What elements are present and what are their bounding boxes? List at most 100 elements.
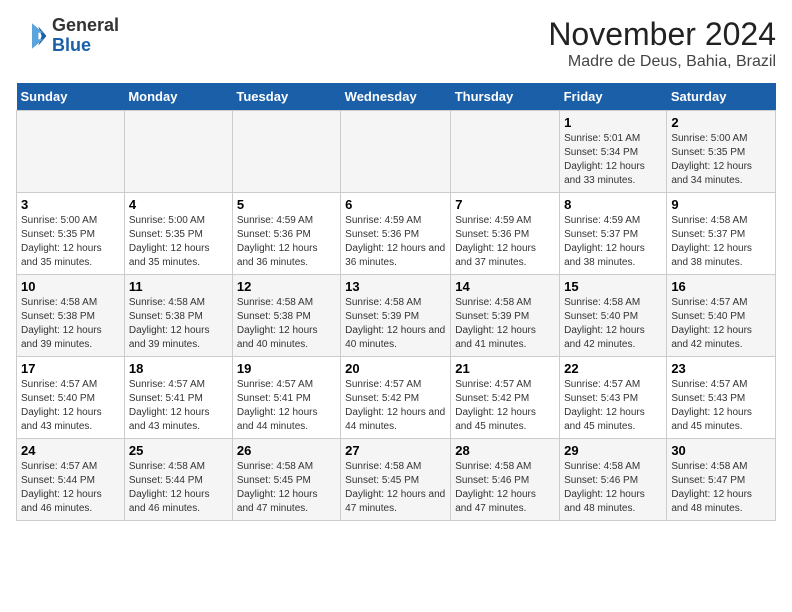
day-number: 16 [671, 279, 771, 294]
calendar-cell: 8 Sunrise: 4:59 AM Sunset: 5:37 PM Daylig… [560, 193, 667, 275]
day-number: 13 [345, 279, 446, 294]
month-title: November 2024 [548, 16, 776, 53]
logo-text: General Blue [52, 16, 119, 56]
day-number: 25 [129, 443, 228, 458]
day-number: 26 [237, 443, 336, 458]
day-info: Sunrise: 4:58 AM Sunset: 5:38 PM Dayligh… [21, 296, 120, 352]
day-info: Sunrise: 5:00 AM Sunset: 5:35 PM Dayligh… [671, 132, 771, 188]
calendar-cell: 23Sunrise: 4:57 AM Sunset: 5:43 PM Dayli… [667, 357, 776, 439]
day-number: 8 [564, 197, 662, 212]
calendar-week-3: 10 Sunrise: 4:58 AM Sunset: 5:38 PM Dayli… [17, 275, 776, 357]
day-number: 3 [21, 197, 120, 212]
calendar-cell: 1Sunrise: 5:01 AM Sunset: 5:34 PM Daylig… [560, 111, 667, 193]
logo: General Blue [16, 16, 119, 56]
day-info: Sunrise: 4:58 AM Sunset: 5:46 PM Dayligh… [455, 460, 555, 516]
calendar-cell: 18 Sunrise: 4:57 AM Sunset: 5:41 PM Dayli… [124, 357, 232, 439]
day-info: Sunrise: 4:58 AM Sunset: 5:46 PM Dayligh… [564, 460, 662, 516]
calendar-cell [341, 111, 451, 193]
day-number: 20 [345, 361, 446, 376]
calendar-body: 1Sunrise: 5:01 AM Sunset: 5:34 PM Daylig… [17, 111, 776, 521]
day-info: Sunrise: 4:57 AM Sunset: 5:42 PM Dayligh… [345, 378, 446, 434]
calendar-cell: 16 Sunrise: 4:57 AM Sunset: 5:40 PM Dayli… [667, 275, 776, 357]
logo-blue: Blue [52, 36, 119, 56]
calendar-cell: 30Sunrise: 4:58 AM Sunset: 5:47 PM Dayli… [667, 439, 776, 521]
calendar-cell: 29Sunrise: 4:58 AM Sunset: 5:46 PM Dayli… [560, 439, 667, 521]
day-number: 17 [21, 361, 120, 376]
day-info: Sunrise: 4:58 AM Sunset: 5:45 PM Dayligh… [237, 460, 336, 516]
day-number: 23 [671, 361, 771, 376]
day-number: 15 [564, 279, 662, 294]
day-info: Sunrise: 5:00 AM Sunset: 5:35 PM Dayligh… [21, 214, 120, 270]
weekday-header-monday: Monday [124, 83, 232, 111]
calendar-cell: 21 Sunrise: 4:57 AM Sunset: 5:42 PM Dayli… [451, 357, 560, 439]
day-info: Sunrise: 4:57 AM Sunset: 5:41 PM Dayligh… [129, 378, 228, 434]
day-number: 18 [129, 361, 228, 376]
logo-general: General [52, 16, 119, 36]
calendar-cell: 20 Sunrise: 4:57 AM Sunset: 5:42 PM Dayli… [341, 357, 451, 439]
day-info: Sunrise: 4:57 AM Sunset: 5:40 PM Dayligh… [671, 296, 771, 352]
calendar-cell: 11Sunrise: 4:58 AM Sunset: 5:38 PM Dayli… [124, 275, 232, 357]
day-number: 27 [345, 443, 446, 458]
day-number: 9 [671, 197, 771, 212]
calendar-cell: 2Sunrise: 5:00 AM Sunset: 5:35 PM Daylig… [667, 111, 776, 193]
day-info: Sunrise: 4:58 AM Sunset: 5:40 PM Dayligh… [564, 296, 662, 352]
weekday-header-saturday: Saturday [667, 83, 776, 111]
calendar-week-1: 1Sunrise: 5:01 AM Sunset: 5:34 PM Daylig… [17, 111, 776, 193]
day-number: 6 [345, 197, 446, 212]
day-info: Sunrise: 4:58 AM Sunset: 5:47 PM Dayligh… [671, 460, 771, 516]
day-info: Sunrise: 4:59 AM Sunset: 5:36 PM Dayligh… [345, 214, 446, 270]
calendar-cell: 25 Sunrise: 4:58 AM Sunset: 5:44 PM Dayli… [124, 439, 232, 521]
day-number: 4 [129, 197, 228, 212]
calendar-cell: 14Sunrise: 4:58 AM Sunset: 5:39 PM Dayli… [451, 275, 560, 357]
day-info: Sunrise: 4:59 AM Sunset: 5:37 PM Dayligh… [564, 214, 662, 270]
calendar-cell [451, 111, 560, 193]
day-info: Sunrise: 4:58 AM Sunset: 5:45 PM Dayligh… [345, 460, 446, 516]
calendar-week-4: 17 Sunrise: 4:57 AM Sunset: 5:40 PM Dayli… [17, 357, 776, 439]
day-info: Sunrise: 5:01 AM Sunset: 5:34 PM Dayligh… [564, 132, 662, 188]
day-number: 22 [564, 361, 662, 376]
day-info: Sunrise: 4:57 AM Sunset: 5:40 PM Dayligh… [21, 378, 120, 434]
calendar-cell: 19 Sunrise: 4:57 AM Sunset: 5:41 PM Dayli… [232, 357, 340, 439]
day-info: Sunrise: 4:57 AM Sunset: 5:43 PM Dayligh… [564, 378, 662, 434]
day-number: 10 [21, 279, 120, 294]
day-info: Sunrise: 4:57 AM Sunset: 5:41 PM Dayligh… [237, 378, 336, 434]
title-area: November 2024 Madre de Deus, Bahia, Braz… [548, 16, 776, 71]
day-info: Sunrise: 4:59 AM Sunset: 5:36 PM Dayligh… [237, 214, 336, 270]
calendar-cell: 26 Sunrise: 4:58 AM Sunset: 5:45 PM Dayli… [232, 439, 340, 521]
calendar-cell [17, 111, 125, 193]
weekday-header-tuesday: Tuesday [232, 83, 340, 111]
day-number: 28 [455, 443, 555, 458]
day-info: Sunrise: 4:58 AM Sunset: 5:44 PM Dayligh… [129, 460, 228, 516]
calendar-cell: 4 Sunrise: 5:00 AM Sunset: 5:35 PM Daylig… [124, 193, 232, 275]
weekday-header-wednesday: Wednesday [341, 83, 451, 111]
calendar-cell [124, 111, 232, 193]
day-number: 14 [455, 279, 555, 294]
calendar-cell: 22 Sunrise: 4:57 AM Sunset: 5:43 PM Dayli… [560, 357, 667, 439]
location-subtitle: Madre de Deus, Bahia, Brazil [548, 53, 776, 71]
calendar-cell: 12Sunrise: 4:58 AM Sunset: 5:38 PM Dayli… [232, 275, 340, 357]
logo-icon [16, 20, 48, 52]
day-number: 7 [455, 197, 555, 212]
day-number: 11 [129, 279, 228, 294]
calendar-cell: 9 Sunrise: 4:58 AM Sunset: 5:37 PM Daylig… [667, 193, 776, 275]
day-number: 21 [455, 361, 555, 376]
calendar-cell: 17 Sunrise: 4:57 AM Sunset: 5:40 PM Dayli… [17, 357, 125, 439]
calendar-week-5: 24Sunrise: 4:57 AM Sunset: 5:44 PM Dayli… [17, 439, 776, 521]
day-info: Sunrise: 4:57 AM Sunset: 5:42 PM Dayligh… [455, 378, 555, 434]
calendar-week-2: 3 Sunrise: 5:00 AM Sunset: 5:35 PM Daylig… [17, 193, 776, 275]
day-info: Sunrise: 5:00 AM Sunset: 5:35 PM Dayligh… [129, 214, 228, 270]
calendar-cell [232, 111, 340, 193]
day-info: Sunrise: 4:58 AM Sunset: 5:37 PM Dayligh… [671, 214, 771, 270]
calendar-cell: 15 Sunrise: 4:58 AM Sunset: 5:40 PM Dayli… [560, 275, 667, 357]
calendar-table: SundayMondayTuesdayWednesdayThursdayFrid… [16, 83, 776, 521]
calendar-cell: 24Sunrise: 4:57 AM Sunset: 5:44 PM Dayli… [17, 439, 125, 521]
weekday-header-sunday: Sunday [17, 83, 125, 111]
weekday-header-thursday: Thursday [451, 83, 560, 111]
day-number: 19 [237, 361, 336, 376]
weekday-header-friday: Friday [560, 83, 667, 111]
calendar-cell: 10 Sunrise: 4:58 AM Sunset: 5:38 PM Dayli… [17, 275, 125, 357]
day-number: 12 [237, 279, 336, 294]
weekday-header-row: SundayMondayTuesdayWednesdayThursdayFrid… [17, 83, 776, 111]
calendar-cell: 28 Sunrise: 4:58 AM Sunset: 5:46 PM Dayli… [451, 439, 560, 521]
day-number: 5 [237, 197, 336, 212]
